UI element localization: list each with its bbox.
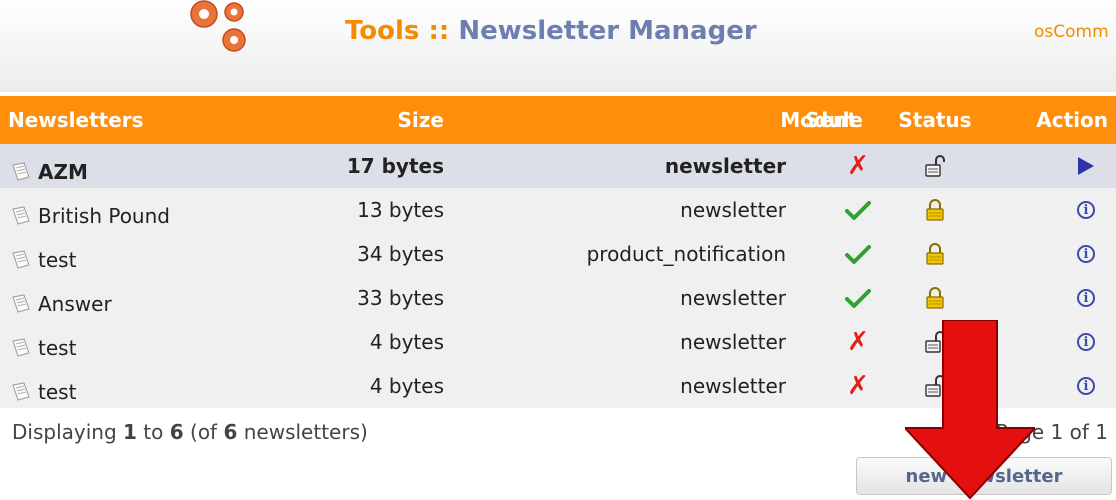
action-cell: i (1056, 188, 1116, 232)
page-title-main: Newsletter Manager (458, 16, 757, 46)
sent-status-cell (838, 188, 878, 232)
sent-check-icon (845, 289, 871, 308)
displaying-of-suffix: newsletters) (237, 420, 368, 444)
displaying-from: 1 (123, 420, 137, 444)
page-title: Tools :: Newsletter Manager (345, 16, 757, 46)
newsletter-module: newsletter (680, 374, 786, 398)
newsletter-size: 34 bytes (357, 242, 444, 266)
info-icon[interactable]: i (1077, 289, 1095, 307)
action-cell: i (1056, 232, 1116, 276)
displaying-total: 6 (223, 420, 238, 444)
not-sent-x-icon: ✗ (847, 151, 869, 181)
info-icon[interactable]: i (1077, 377, 1095, 395)
displaying-to: 6 (169, 420, 184, 444)
newsletter-name-cell: test (10, 232, 76, 282)
column-header-action: Action (1036, 108, 1108, 132)
table-row[interactable]: test 34 bytes product_notification i (0, 232, 1116, 276)
newsletter-name: AZM (38, 160, 88, 184)
newsletter-name: Answer (38, 292, 112, 316)
selected-arrow-icon (1078, 157, 1094, 175)
info-icon[interactable]: i (1077, 201, 1095, 219)
sent-check-icon (845, 201, 871, 220)
newsletter-module: newsletter (664, 154, 786, 178)
newsletter-name-cell: test (10, 320, 76, 370)
displaying-count: Displaying 1 to 6 (of 6 newsletters) (12, 420, 368, 444)
locked-icon[interactable] (924, 286, 946, 310)
lock-status-cell (915, 232, 955, 276)
column-header-size: Size (397, 108, 444, 132)
column-header-status: Status (898, 108, 972, 132)
displaying-of-prefix: (of (183, 420, 224, 444)
newsletter-module: newsletter (680, 330, 786, 354)
sent-check-icon (845, 245, 871, 264)
table-header: Newsletters Size Module Sent Status Acti… (0, 96, 1116, 144)
newsletter-module: newsletter (680, 198, 786, 222)
newsletter-name: British Pound (38, 204, 170, 228)
action-cell: i (1056, 276, 1116, 320)
sent-status-cell: ✗ (838, 144, 878, 188)
newsletter-size: 13 bytes (357, 198, 444, 222)
newsletter-name-cell: British Pound (10, 188, 170, 238)
annotation-arrow-icon (905, 320, 1035, 500)
newsletter-doc-icon (12, 382, 30, 401)
table-row[interactable]: Answer 33 bytes newsletter i (0, 276, 1116, 320)
newsletter-name-cell: test (10, 364, 76, 414)
action-cell: i (1056, 320, 1116, 364)
sent-status-cell: ✗ (838, 320, 878, 364)
brand-link[interactable]: osComm (1034, 22, 1109, 42)
column-header-newsletters: Newsletters (8, 108, 144, 132)
table-row[interactable]: AZM 17 bytes newsletter ✗ (0, 144, 1116, 188)
newsletter-name: test (38, 380, 77, 404)
newsletter-size: 17 bytes (346, 154, 444, 178)
locked-icon[interactable] (924, 242, 946, 266)
newsletter-size: 4 bytes (369, 330, 444, 354)
newsletter-doc-icon (12, 338, 30, 357)
action-cell (1056, 144, 1116, 188)
newsletter-name: test (38, 248, 77, 272)
column-header-sent: Sent (805, 108, 857, 132)
newsletter-doc-icon (12, 294, 30, 313)
unlocked-icon[interactable] (924, 154, 946, 178)
displaying-to-word: to (136, 420, 170, 444)
lock-status-cell (915, 188, 955, 232)
sent-status-cell (838, 276, 878, 320)
newsletter-doc-icon (12, 162, 30, 181)
newsletter-name-cell: Answer (10, 276, 112, 326)
newsletter-size: 33 bytes (357, 286, 444, 310)
newsletter-name: test (38, 336, 77, 360)
newsletter-doc-icon (12, 206, 30, 225)
action-cell: i (1056, 364, 1116, 408)
lock-status-cell (915, 276, 955, 320)
sent-status-cell (838, 232, 878, 276)
info-icon[interactable]: i (1077, 333, 1095, 351)
lock-status-cell (915, 144, 955, 188)
newsletter-name-cell: AZM (10, 144, 88, 194)
table-row[interactable]: British Pound 13 bytes newsletter i (0, 188, 1116, 232)
newsletter-size: 4 bytes (369, 374, 444, 398)
gears-icon (190, 0, 246, 52)
info-icon[interactable]: i (1077, 245, 1095, 263)
locked-icon[interactable] (924, 198, 946, 222)
sent-status-cell: ✗ (838, 364, 878, 408)
newsletter-module: newsletter (680, 286, 786, 310)
displaying-prefix: Displaying (12, 420, 124, 444)
newsletter-doc-icon (12, 250, 30, 269)
not-sent-x-icon: ✗ (847, 371, 869, 401)
page-title-prefix: Tools :: (345, 16, 450, 46)
not-sent-x-icon: ✗ (847, 327, 869, 357)
page-header: Tools :: Newsletter Manager osComm (0, 0, 1116, 92)
newsletter-module: product_notification (586, 242, 786, 266)
